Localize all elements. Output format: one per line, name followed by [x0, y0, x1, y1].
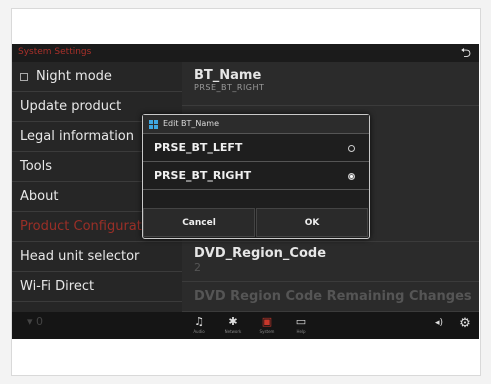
head-unit-screen: System Settings ⮌ Night mode Update prod… — [12, 44, 479, 339]
option-prse-bt-left[interactable]: PRSE_BT_LEFT — [143, 134, 369, 162]
sidebar-item-label: Wi-Fi Direct — [20, 279, 95, 294]
signal-indicator: ▾ 0 — [26, 315, 44, 328]
sidebar-item-wifi-direct[interactable]: Wi-Fi Direct — [12, 272, 182, 302]
sidebar-item-label: Update product — [20, 99, 122, 114]
setting-dvd-region-code[interactable]: DVD_Region_Code 2 — [182, 242, 479, 282]
checkbox-icon[interactable] — [20, 72, 28, 81]
dialog-header: Edit BT_Name — [143, 115, 369, 134]
setting-value: PRSE_BT_RIGHT — [194, 83, 265, 92]
setting-title: DVD Region Code Remaining Changes — [194, 289, 472, 304]
sidebar-item-label: Tools — [20, 159, 53, 174]
tab-label: Audio — [193, 329, 205, 334]
bottom-bar: ▾ 0 ♫ Audio ✱ Network ▣ System ▭ Help ◂)… — [12, 312, 479, 339]
tab-help[interactable]: ▭ Help — [284, 315, 318, 334]
top-bar: System Settings ⮌ — [12, 44, 479, 62]
tab-network[interactable]: ✱ Network — [216, 315, 250, 334]
setting-bt-name[interactable]: BT_Name PRSE_BT_RIGHT — [182, 62, 479, 106]
tab-audio[interactable]: ♫ Audio — [182, 315, 216, 334]
option-label: PRSE_BT_LEFT — [154, 141, 243, 154]
radio-button[interactable] — [348, 145, 355, 152]
network-icon: ✱ — [228, 315, 238, 328]
setting-title: DVD_Region_Code — [194, 246, 327, 261]
option-label: PRSE_BT_RIGHT — [154, 169, 252, 182]
sidebar-item-head-unit-selector[interactable]: Head unit selector — [12, 242, 182, 272]
edit-bt-name-dialog: Edit BT_Name PRSE_BT_LEFT PRSE_BT_RIGHT … — [142, 114, 370, 239]
setting-value: 2 — [194, 261, 202, 274]
setting-dvd-region-remaining[interactable]: DVD Region Code Remaining Changes — [182, 282, 479, 312]
sidebar-item-label: Legal information — [20, 129, 135, 144]
sidebar-item-label: Head unit selector — [20, 249, 140, 264]
tab-label: Help — [296, 329, 306, 334]
page-title: System Settings — [18, 47, 92, 57]
dialog-spacer — [143, 190, 369, 208]
dialog-buttons: Cancel OK — [143, 208, 369, 237]
cancel-button[interactable]: Cancel — [143, 208, 255, 237]
system-icon: ▣ — [261, 315, 273, 328]
sidebar-item-night-mode[interactable]: Night mode — [12, 62, 182, 92]
ok-button[interactable]: OK — [256, 208, 368, 237]
dialog-title: Edit BT_Name — [163, 119, 220, 128]
sidebar-item-label: About — [20, 189, 59, 204]
music-note-icon: ♫ — [194, 315, 204, 328]
gear-icon[interactable]: ⚙ — [448, 316, 479, 331]
option-prse-bt-right[interactable]: PRSE_BT_RIGHT — [143, 162, 369, 190]
help-icon: ▭ — [295, 315, 307, 328]
sidebar-item-label: Night mode — [36, 69, 112, 84]
setting-title: BT_Name — [194, 68, 262, 83]
tab-system[interactable]: ▣ System — [250, 315, 284, 334]
section-label: Product Configuration — [20, 219, 162, 234]
radio-button-selected[interactable] — [348, 173, 355, 180]
grid-icon — [149, 120, 158, 129]
tab-label: System — [259, 329, 275, 334]
tab-label: Network — [224, 329, 242, 334]
